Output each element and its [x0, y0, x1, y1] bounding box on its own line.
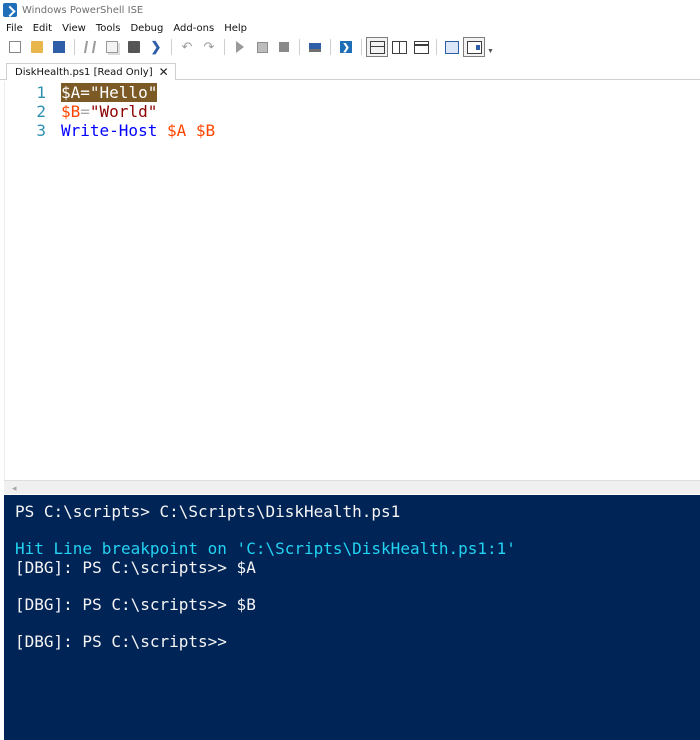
script-line: 2 $B = "World" [5, 102, 215, 121]
script-pane-top-button[interactable] [366, 37, 388, 57]
undo-icon: ↶ [181, 39, 193, 54]
menu-help[interactable]: Help [219, 23, 252, 34]
console-pane[interactable]: PS C:\scripts> C:\Scripts\DiskHealth.ps1… [4, 495, 700, 740]
start-powershell-button[interactable]: ❯ [335, 37, 357, 57]
toolbar-separator [299, 39, 300, 55]
copy-icon [106, 41, 118, 53]
start-powershell-icon: ❯ [340, 41, 352, 53]
script-pane-maximized-icon [413, 40, 429, 54]
line-number: 3 [36, 121, 46, 140]
clear-console-icon: ❯ [150, 39, 162, 54]
menu-view[interactable]: View [57, 23, 91, 34]
title-bar: Windows PowerShell ISE [0, 0, 700, 20]
cut-icon [83, 41, 97, 53]
debug-message: Hit Line breakpoint on 'C:\Scripts\DiskH… [15, 539, 516, 559]
menu-tools[interactable]: Tools [91, 23, 126, 34]
redo-icon: ↷ [203, 39, 215, 54]
stop-button[interactable] [273, 37, 295, 57]
clear-console-button[interactable]: ❯ [145, 37, 167, 57]
new-remote-tab-icon [309, 42, 321, 52]
toolbar: ❯ ↶ ↷ ❯ ▼ [0, 36, 700, 58]
toolbar-overflow-icon[interactable]: ▼ [487, 48, 494, 55]
window-title: Windows PowerShell ISE [22, 4, 144, 16]
run-selection-icon [256, 41, 268, 53]
line-number: 1 [36, 83, 46, 102]
operator-token: = [80, 83, 90, 102]
console-line: [DBG]: PS C:\scripts>> $B [15, 594, 256, 614]
open-folder-icon [31, 41, 43, 53]
menu-bar: File Edit View Tools Debug Add-ons Help [0, 20, 700, 36]
paste-icon [128, 41, 140, 53]
script-line: 3 Write-Host $A $B [5, 121, 215, 140]
line-number: 2 [36, 102, 46, 121]
chevron-left-icon[interactable]: ◂ [12, 483, 17, 494]
undo-button[interactable]: ↶ [176, 37, 198, 57]
variable-token: $B [61, 102, 81, 121]
toolbar-separator [330, 39, 331, 55]
cmdlet-token: Write-Host [61, 121, 158, 140]
save-icon [53, 41, 65, 53]
variable-token: $A [166, 121, 187, 140]
tab-diskhealth[interactable]: DiskHealth.ps1 [Read Only] ✕ [6, 63, 176, 80]
toolbar-separator [74, 39, 75, 55]
script-line: 1 $A="Hello" [5, 83, 215, 102]
command-window-icon [445, 40, 459, 54]
breakpoint-highlight: $A="Hello" [61, 83, 158, 102]
copy-button[interactable] [101, 37, 123, 57]
variable-token: $A [61, 83, 81, 102]
menu-edit[interactable]: Edit [28, 23, 57, 34]
new-button[interactable] [4, 37, 26, 57]
run-script-icon [236, 41, 244, 53]
variable-token: $B [195, 121, 216, 140]
toolbar-separator [171, 39, 172, 55]
toolbar-separator [361, 39, 362, 55]
menu-file[interactable]: File [0, 23, 28, 34]
script-pane[interactable]: 1 $A="Hello" 2 $B = "World" 3 Write-Host $… [4, 81, 700, 480]
string-token: "Hello" [89, 83, 158, 102]
string-token: "World" [89, 102, 158, 121]
redo-button[interactable]: ↷ [198, 37, 220, 57]
stop-icon [279, 42, 289, 52]
script-tab-strip: DiskHealth.ps1 [Read Only] ✕ [0, 60, 700, 80]
toolbar-separator [224, 39, 225, 55]
cut-button[interactable] [79, 37, 101, 57]
addon-tools-icon [466, 40, 482, 54]
run-selection-button[interactable] [251, 37, 273, 57]
console-line: [DBG]: PS C:\scripts>> $A [15, 557, 256, 577]
open-button[interactable] [26, 37, 48, 57]
powershell-ise-icon [3, 3, 17, 17]
run-script-button[interactable] [229, 37, 251, 57]
tab-label: DiskHealth.ps1 [Read Only] [15, 66, 153, 78]
script-pane-maximized-button[interactable] [410, 37, 432, 57]
menu-debug[interactable]: Debug [125, 23, 168, 34]
script-code: 1 $A="Hello" 2 $B = "World" 3 Write-Host $… [5, 83, 215, 140]
script-pane-top-icon [369, 40, 385, 54]
new-file-icon [9, 41, 21, 53]
script-pane-right-icon [391, 40, 407, 54]
addon-tools-button[interactable] [463, 37, 485, 57]
command-window-button[interactable] [441, 37, 463, 57]
close-icon[interactable]: ✕ [159, 66, 169, 78]
operator-token: = [80, 102, 90, 121]
script-pane-right-button[interactable] [388, 37, 410, 57]
pane-splitter[interactable]: ◂ [4, 480, 700, 494]
new-remote-tab-button[interactable] [304, 37, 326, 57]
paste-button[interactable] [123, 37, 145, 57]
menu-addons[interactable]: Add-ons [168, 23, 219, 34]
save-button[interactable] [48, 37, 70, 57]
console-prompt[interactable]: [DBG]: PS C:\scripts>> [15, 633, 700, 652]
console-line: PS C:\scripts> C:\Scripts\DiskHealth.ps1 [15, 502, 401, 521]
toolbar-separator [436, 39, 437, 55]
